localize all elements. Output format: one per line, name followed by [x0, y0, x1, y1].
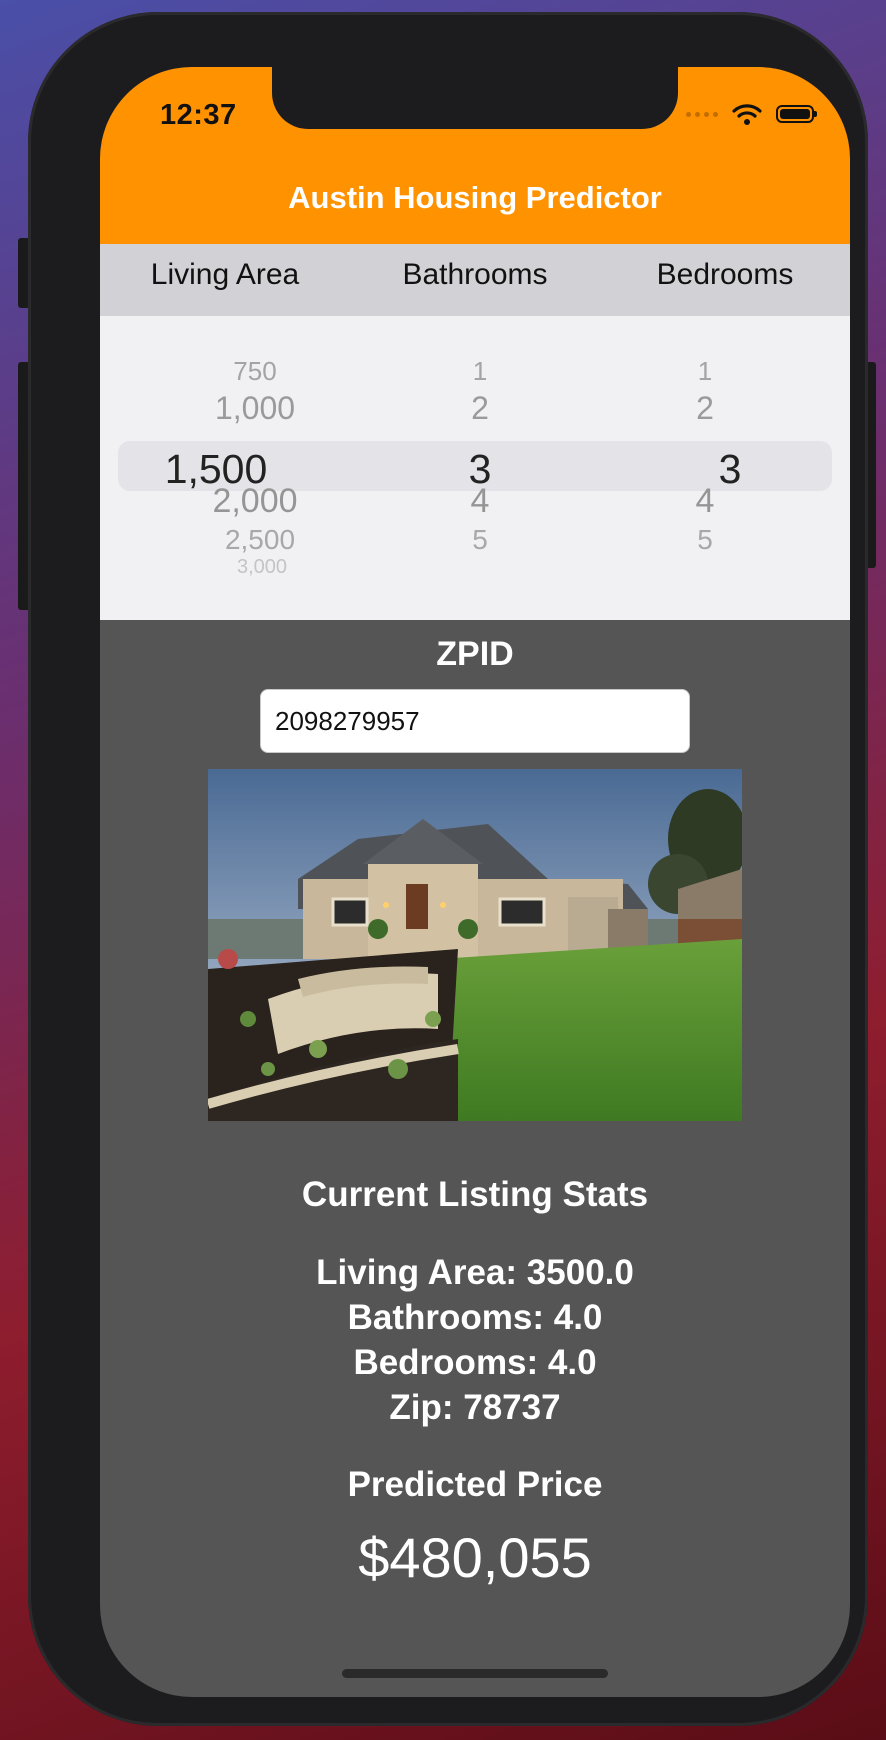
app-screen: 12:37 Austin Housing Predictor Living Ar… [100, 67, 850, 1697]
bathrooms-option[interactable]: 5 [380, 524, 580, 556]
living-area-option[interactable]: 2,000 [155, 482, 355, 521]
status-icons [686, 103, 817, 125]
bedrooms-option[interactable]: 2 [605, 390, 805, 427]
bathrooms-option[interactable]: 2 [380, 390, 580, 427]
house-photo [208, 769, 742, 1121]
zpid-input[interactable] [260, 689, 690, 753]
bedrooms-option[interactable]: 4 [605, 482, 805, 521]
predicted-price-value: $480,055 [358, 1526, 592, 1589]
notch [272, 67, 678, 129]
bedrooms-option[interactable]: 1 [605, 356, 805, 387]
picker-column-headers: Living Area Bathrooms Bedrooms [100, 244, 850, 316]
wifi-icon [732, 104, 762, 125]
living-area-option[interactable]: 3,000 [162, 556, 362, 579]
stat-zip: Zip: 78737 [389, 1388, 561, 1427]
zpid-label: ZPID [436, 635, 514, 673]
header-bedrooms: Bedrooms [656, 258, 794, 291]
living-area-option[interactable]: 2,500 [160, 524, 360, 556]
house-illustration [208, 769, 742, 1121]
bathrooms-option[interactable]: 4 [380, 482, 580, 521]
phone-frame: 12:37 Austin Housing Predictor Living Ar… [28, 12, 868, 1726]
header-living-area: Living Area [150, 258, 300, 291]
header-bathrooms: Bathrooms [402, 258, 548, 291]
signal-dots-icon [686, 111, 718, 117]
navigation-header: 12:37 Austin Housing Predictor [100, 67, 850, 244]
battery-icon [776, 105, 817, 123]
stat-bedrooms: Bedrooms: 4.0 [353, 1343, 597, 1382]
living-area-option[interactable]: 1,000 [155, 390, 355, 427]
status-time: 12:37 [160, 99, 237, 131]
bathrooms-option[interactable]: 1 [380, 356, 580, 387]
living-area-option[interactable]: 750 [155, 356, 355, 387]
stat-living-area: Living Area: 3500.0 [316, 1253, 634, 1292]
stat-bathrooms: Bathrooms: 4.0 [347, 1298, 603, 1337]
predicted-price-label: Predicted Price [347, 1465, 603, 1504]
house-feature-picker[interactable]: 750 1,000 1,500 2,000 2,500 3,000 1 2 3 … [100, 316, 850, 620]
home-indicator[interactable] [342, 1669, 608, 1678]
app-title: Austin Housing Predictor [288, 180, 662, 215]
bedrooms-option[interactable]: 5 [605, 524, 805, 556]
listing-stats-title: Current Listing Stats [301, 1175, 649, 1214]
